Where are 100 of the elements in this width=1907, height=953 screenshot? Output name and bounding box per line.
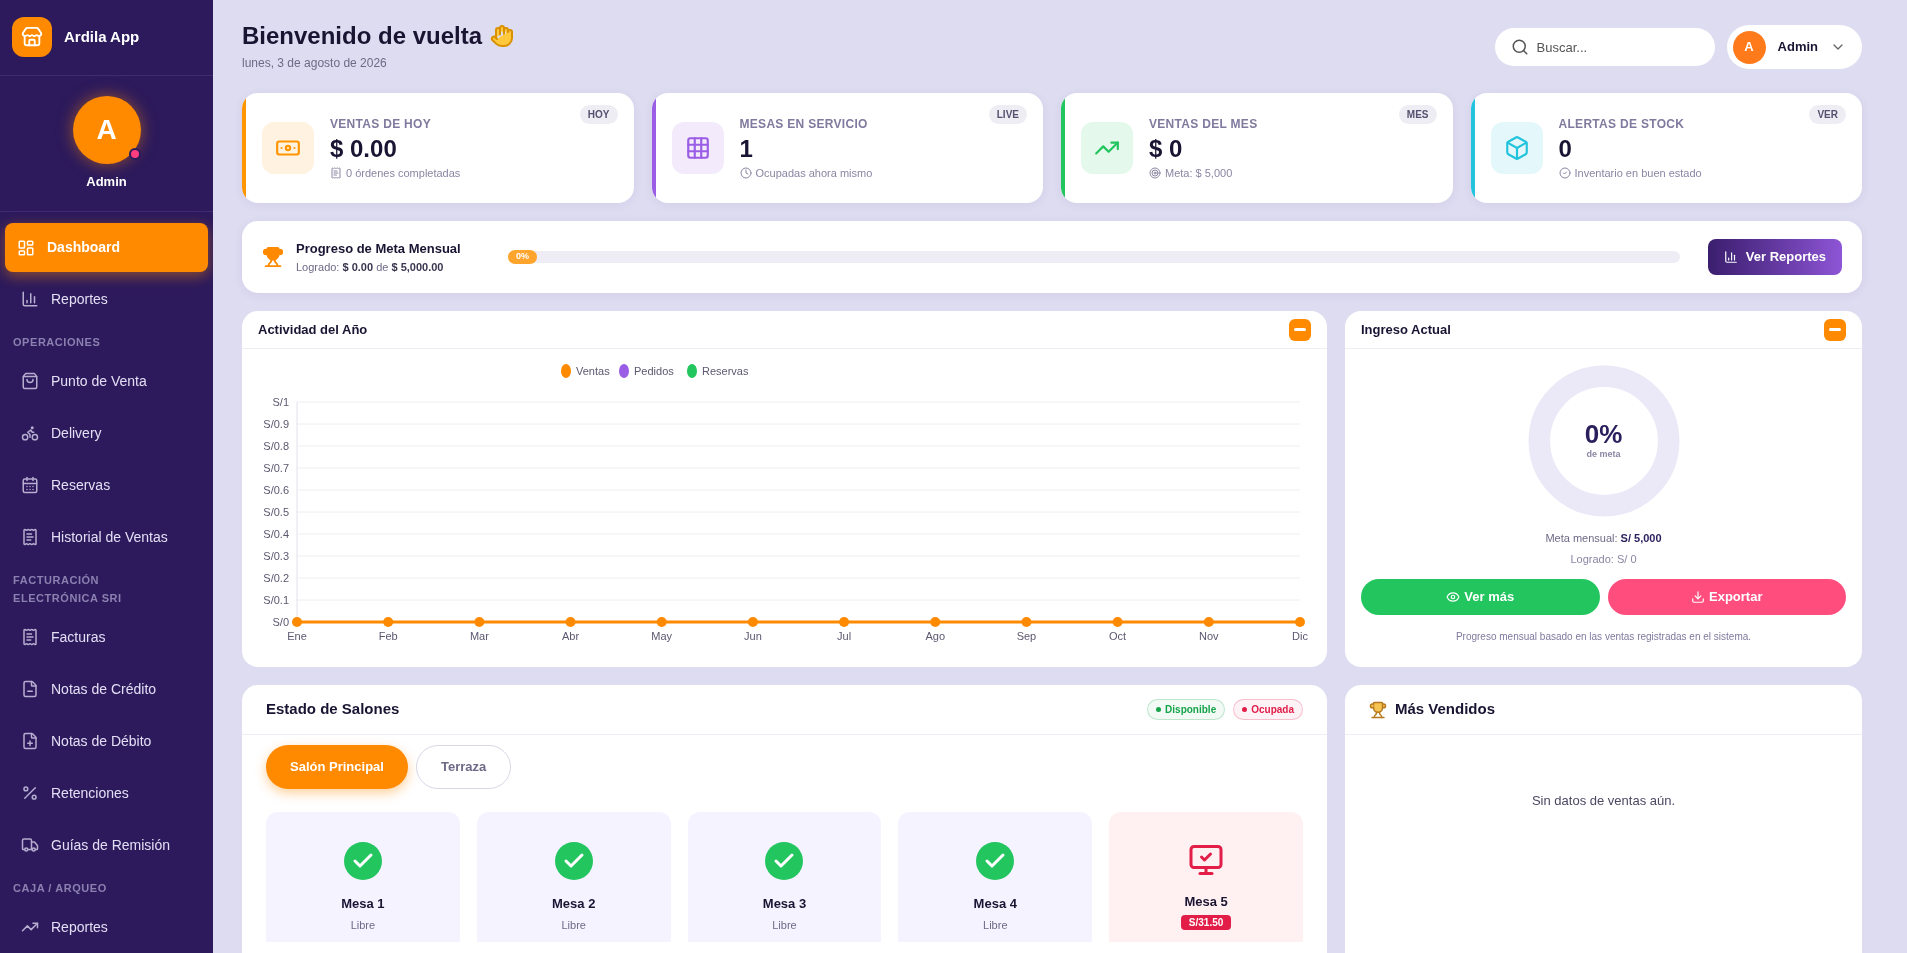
x-tick-label: Sep — [1016, 630, 1037, 642]
collapse-button[interactable] — [1289, 318, 1311, 341]
stat-value: 1 — [739, 133, 754, 164]
search-icon — [1510, 38, 1529, 56]
receipt-icon — [330, 167, 342, 179]
check-icon — [554, 842, 593, 880]
percent-value: 0% — [1584, 420, 1623, 449]
nav-item[interactable]: Delivery — [5, 407, 208, 459]
page-date: lunes, 3 de agosto de 2026 — [242, 55, 388, 72]
user-avatar: A — [72, 95, 141, 164]
nav-item[interactable]: Facturas — [5, 611, 208, 663]
y-tick-label: S/0.1 — [263, 594, 289, 606]
table-card[interactable]: Mesa 1 Libre — [266, 812, 460, 942]
achieved-text: Logrado: S/ 0 — [1570, 551, 1637, 567]
room-tab[interactable]: Terraza — [415, 745, 512, 789]
check-icon — [343, 842, 382, 880]
percent-icon — [21, 784, 39, 802]
table-status: Libre — [561, 917, 586, 933]
card-title: Más Vendidos — [1395, 699, 1496, 720]
x-tick-label: Abr — [562, 630, 580, 642]
section-heading: OPERACIONES — [12, 335, 102, 350]
collapse-button[interactable] — [1824, 318, 1846, 341]
table-card[interactable]: Mesa 3 Libre — [687, 812, 882, 942]
bag-icon — [21, 372, 39, 390]
stat-badge: VER — [1809, 105, 1846, 124]
stat-note: 0 órdenes completadas — [346, 165, 461, 181]
stat-note: Meta: $ 5,000 — [1165, 165, 1233, 181]
x-tick-label: Ago — [925, 630, 946, 642]
x-tick-label: Ene — [287, 630, 307, 642]
banknote-icon — [262, 122, 314, 174]
card-title: Ingreso Actual — [1361, 320, 1451, 339]
bar-chart-icon — [1723, 250, 1738, 264]
amount-badge: S/31.50 — [1180, 914, 1232, 930]
progress-label: 0% — [508, 250, 537, 264]
nav-item[interactable]: Reportes — [5, 273, 208, 325]
section-heading: CAJA / ARQUEO — [12, 881, 108, 896]
goal-title: Progreso de Meta Mensual — [296, 240, 462, 258]
x-tick-label: Nov — [1199, 630, 1219, 642]
check-icon — [976, 842, 1015, 880]
nav-item[interactable]: Reservas — [5, 459, 208, 511]
empty-message: Sin datos de ventas aún. — [1530, 792, 1677, 810]
table-status: Libre — [350, 917, 376, 933]
legend-label: Ventas — [576, 365, 611, 377]
check-icon — [765, 842, 804, 880]
stat-badge: LIVE — [988, 105, 1027, 124]
x-tick-label: Jun — [744, 630, 762, 642]
nav-item[interactable]: Punto de Venta — [5, 355, 208, 407]
card-title: Actividad del Año — [258, 320, 368, 339]
box-icon — [1490, 122, 1543, 174]
table-card[interactable]: Mesa 5 S/31.50 — [1109, 812, 1303, 942]
stat-note: Inventario en buen estado — [1574, 165, 1702, 181]
target-icon — [1149, 167, 1161, 179]
file-minus-icon — [21, 680, 39, 698]
nav-item[interactable]: Historial de Ventas — [5, 511, 208, 563]
card-title: Estado de Salones — [266, 699, 400, 720]
table-name: Mesa 2 — [552, 895, 596, 913]
y-tick-label: S/0 — [272, 616, 289, 628]
x-tick-label: Mar — [469, 630, 489, 642]
receipt-icon — [21, 528, 39, 546]
table-name: Mesa 3 — [762, 895, 807, 913]
nav-item[interactable]: Guías de Remisión — [5, 819, 208, 871]
user-name: Admin — [86, 172, 127, 191]
receipt-icon — [21, 628, 39, 646]
x-tick-label: Dic — [1292, 630, 1308, 642]
table-status: Libre — [983, 917, 1008, 933]
clock-icon — [739, 167, 752, 179]
user-name: Admin — [1777, 38, 1818, 57]
x-tick-label: Jul — [837, 630, 852, 642]
nav-item[interactable]: Retenciones — [5, 767, 208, 819]
stat-badge: HOY — [579, 105, 618, 124]
minus-icon — [1829, 328, 1841, 331]
user-menu[interactable]: A Admin — [1726, 25, 1862, 69]
goal-summary: Logrado: $ 0.00 de $ 5,000.00 — [296, 259, 445, 275]
stat-value: $ 0.00 — [330, 133, 398, 164]
user-avatar: A — [1732, 30, 1766, 64]
x-tick-label: Oct — [1109, 630, 1127, 642]
app-name: Ardila App — [64, 27, 140, 47]
bar-chart-icon — [21, 290, 39, 308]
bike-icon — [21, 424, 39, 442]
check-circle-icon — [1558, 167, 1571, 179]
percent-caption: de meta — [1586, 448, 1621, 462]
legend-item[interactable]: Reservas — [687, 364, 749, 378]
stat-badge: MES — [1398, 105, 1437, 124]
table-card[interactable]: Mesa 4 Libre — [898, 812, 1093, 942]
reports-button[interactable]: Ver Reportes — [1707, 239, 1842, 275]
y-tick-label: S/0.2 — [263, 572, 289, 584]
nav-item[interactable]: Notas de Débito — [5, 715, 208, 767]
dashboard-icon — [17, 238, 35, 257]
legend-item[interactable]: Pedidos — [619, 364, 674, 378]
search-field[interactable]: Buscar... — [1494, 28, 1715, 66]
download-icon — [1691, 590, 1705, 604]
nav-item[interactable]: Reportes — [5, 901, 208, 953]
trend-icon — [1081, 122, 1133, 174]
file-plus-icon — [21, 732, 39, 750]
nav-item[interactable]: Notas de Crédito — [5, 663, 208, 715]
legend-badge: Disponible — [1147, 699, 1226, 720]
table-name: Mesa 1 — [341, 895, 385, 913]
table-card[interactable]: Mesa 2 Libre — [476, 812, 671, 942]
legend-item[interactable]: Ventas — [561, 364, 610, 378]
y-tick-label: S/0.7 — [263, 462, 289, 474]
